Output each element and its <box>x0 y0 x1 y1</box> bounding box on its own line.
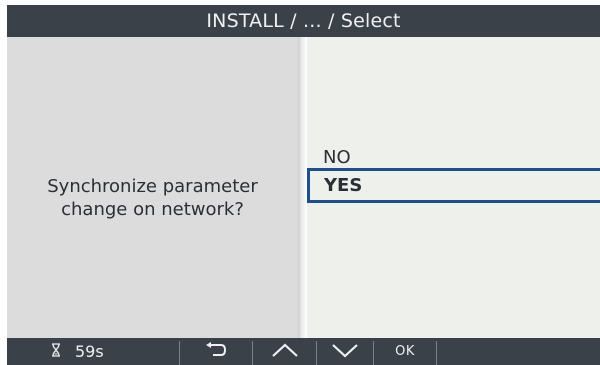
down-button[interactable] <box>317 338 373 365</box>
hourglass-icon <box>51 342 61 361</box>
timeout-indicator: 59s <box>51 338 161 365</box>
question-line-2: change on network? <box>61 198 244 220</box>
ok-label: OK <box>395 344 415 359</box>
device-screen: INSTALL / ... / Select Synchronize param… <box>0 0 600 365</box>
question-line-1: Synchronize parameter <box>47 175 258 197</box>
chevron-down-icon <box>331 342 359 362</box>
panel-divider <box>298 37 307 338</box>
back-arrow-icon <box>203 341 229 362</box>
options-list: NO YES <box>307 37 600 338</box>
question-panel: Synchronize parameter change on network? <box>7 37 298 338</box>
separator <box>436 341 437 365</box>
ok-button[interactable]: OK <box>374 338 436 365</box>
back-button[interactable] <box>180 338 252 365</box>
option-yes-selected[interactable]: YES <box>307 168 600 203</box>
chevron-up-icon <box>271 342 299 362</box>
page-title: INSTALL / ... / Select <box>7 5 600 37</box>
option-no[interactable]: NO <box>307 147 600 169</box>
question-text: Synchronize parameter change on network? <box>23 175 283 221</box>
softkey-bar: 59s OK <box>7 338 600 365</box>
up-button[interactable] <box>253 338 316 365</box>
timer-value: 59s <box>75 342 104 361</box>
